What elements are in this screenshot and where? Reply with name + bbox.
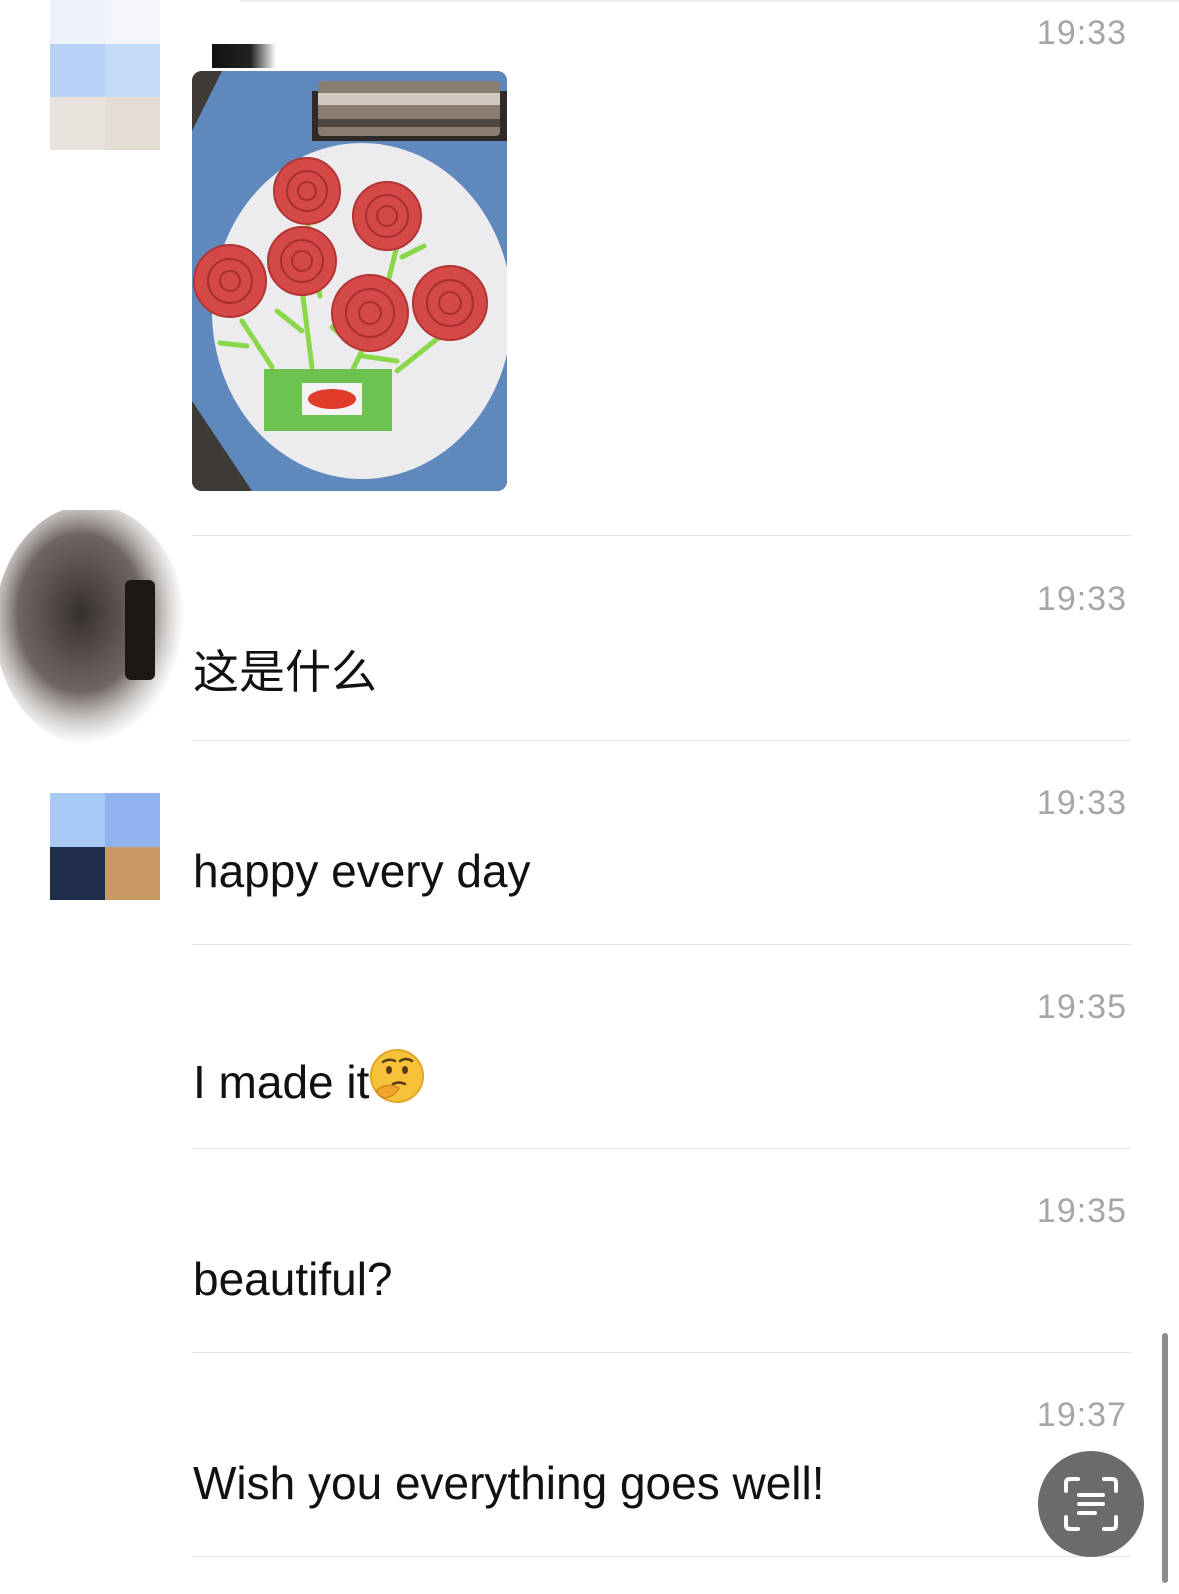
timestamp: 19:33 <box>1036 784 1127 822</box>
timestamp: 19:33 <box>1036 14 1127 52</box>
timestamp: 19:35 <box>1036 1192 1127 1230</box>
message-text[interactable]: I made it <box>193 1048 425 1115</box>
message-divider <box>192 740 1131 741</box>
avatar[interactable] <box>50 793 160 900</box>
scan-text-button[interactable] <box>1038 1451 1144 1557</box>
timestamp: 19:35 <box>1036 988 1127 1026</box>
timestamp: 19:33 <box>1036 580 1127 618</box>
avatar-redacted[interactable] <box>0 510 190 750</box>
redacted-sender-name <box>212 44 276 68</box>
message-text[interactable]: beautiful? <box>193 1252 393 1306</box>
timestamp: 19:37 <box>1036 1396 1127 1434</box>
avatar[interactable] <box>50 0 160 150</box>
message-text-content: I made it <box>193 1056 370 1108</box>
scrollbar[interactable] <box>1162 1333 1168 1583</box>
top-divider <box>240 0 1179 2</box>
message-divider <box>192 1556 1131 1557</box>
scan-text-icon <box>1064 1477 1118 1531</box>
message-divider <box>192 535 1131 536</box>
message-text[interactable]: Wish you everything goes well! <box>193 1456 825 1510</box>
image-message-thumbnail[interactable] <box>192 71 507 491</box>
message-divider <box>192 1352 1131 1353</box>
message-text[interactable]: happy every day <box>193 844 531 898</box>
message-text[interactable]: 这是什么 <box>193 636 377 702</box>
thinking-face-icon <box>369 1048 425 1115</box>
message-divider <box>192 944 1131 945</box>
message-divider <box>192 1148 1131 1149</box>
